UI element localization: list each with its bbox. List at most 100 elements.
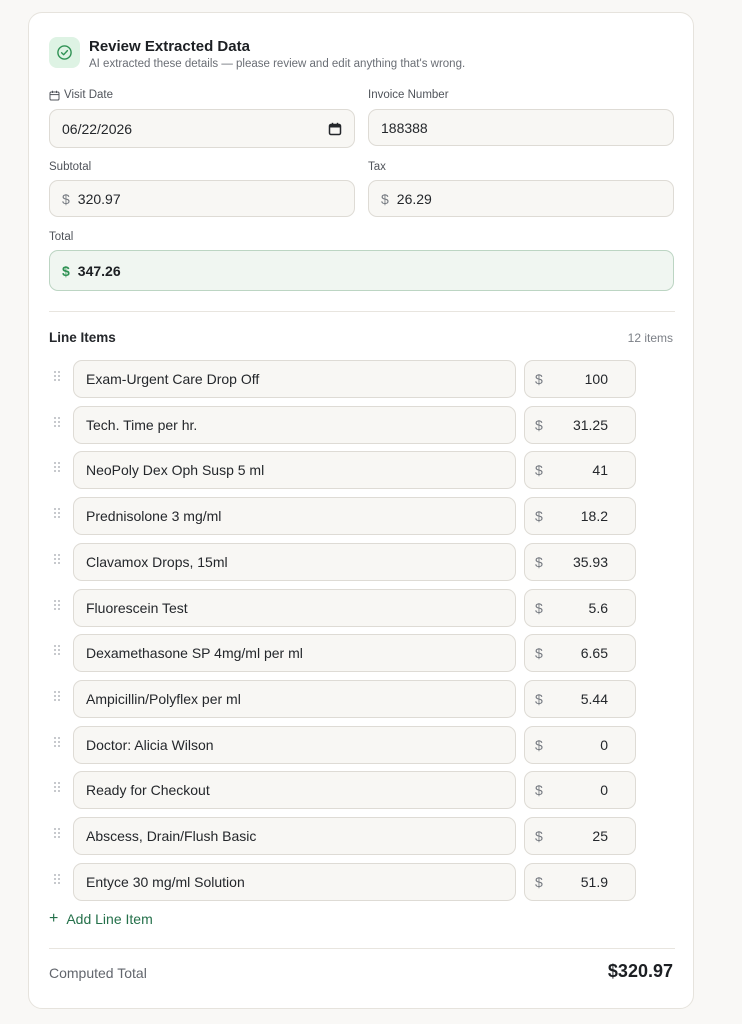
invoice-number-label: Invoice Number	[368, 89, 449, 101]
line-item-description: Ready for Checkout	[86, 782, 210, 799]
subtotal-input[interactable]: $ 320.97	[49, 180, 355, 217]
line-item-description-input[interactable]: Entyce 30 mg/ml Solution	[73, 862, 516, 901]
line-item-amount: 25	[592, 828, 608, 844]
subtotal-label: Subtotal	[49, 161, 92, 173]
plus-icon: +	[49, 910, 59, 927]
line-item-description-input[interactable]: Ready for Checkout	[73, 771, 516, 810]
line-item-row: Doctor: Alicia Wilson $0	[49, 725, 639, 764]
tax-value: 26.29	[396, 190, 432, 207]
total-value: 347.26	[77, 262, 121, 279]
line-item-currency: $	[535, 553, 543, 570]
line-item-row: Abscess, Drain/Flush Basic $25	[49, 817, 639, 855]
visit-date-value: 06/22/2026	[62, 120, 133, 137]
line-item-amount-input[interactable]: $0	[524, 725, 636, 764]
line-item-description-input[interactable]: Tech. Time per hr.	[73, 405, 516, 444]
calendar-icon	[49, 90, 60, 100]
footer-divider	[49, 948, 675, 949]
drag-handle-icon[interactable]	[53, 370, 61, 382]
line-item-description: Ampicillin/Polyflex per ml	[86, 690, 241, 707]
line-item-amount-input[interactable]: $100	[524, 360, 636, 398]
line-item-amount-input[interactable]: $5.6	[524, 588, 636, 627]
line-item-currency: $	[535, 782, 543, 799]
line-item-row: Exam-Urgent Care Drop Off $100	[49, 360, 639, 398]
drag-handle-icon[interactable]	[53, 690, 61, 702]
line-item-currency: $	[535, 462, 543, 479]
computed-total-value: $320.97	[607, 961, 673, 981]
line-item-currency: $	[535, 736, 543, 753]
line-item-amount: 5.44	[580, 690, 608, 707]
drag-handle-icon[interactable]	[53, 827, 61, 839]
subtotal-currency: $	[62, 190, 70, 207]
drag-handle-icon[interactable]	[53, 507, 61, 519]
line-item-description: Prednisolone 3 mg/ml	[86, 508, 222, 525]
line-item-row: Entyce 30 mg/ml Solution $51.9	[49, 862, 639, 901]
line-item-description-input[interactable]: Dexamethasone SP 4mg/ml per ml	[73, 634, 516, 673]
computed-total-label: Computed Total	[49, 965, 147, 981]
invoice-number-input[interactable]: 188388	[368, 109, 674, 146]
line-item-description-input[interactable]: Abscess, Drain/Flush Basic	[73, 817, 516, 855]
page-title: Review Extracted Data	[89, 38, 250, 55]
visit-date-label: Visit Date	[49, 89, 113, 101]
line-item-description: NeoPoly Dex Oph Susp 5 ml	[86, 462, 265, 479]
line-item-amount-input[interactable]: $18.2	[524, 497, 636, 536]
line-item-amount: 18.2	[580, 508, 608, 525]
total-label: Total	[49, 231, 74, 243]
line-item-amount-input[interactable]: $31.25	[524, 405, 636, 444]
drag-handle-icon[interactable]	[53, 553, 61, 565]
line-item-amount: 41	[592, 462, 608, 479]
line-item-row: Prednisolone 3 mg/ml $18.2	[49, 497, 639, 536]
line-item-description-input[interactable]: Doctor: Alicia Wilson	[73, 725, 516, 764]
line-item-amount-input[interactable]: $0	[524, 771, 636, 810]
line-item-amount: 51.9	[580, 873, 608, 890]
drag-handle-icon[interactable]	[53, 644, 61, 656]
line-item-currency: $	[535, 873, 543, 890]
total-input[interactable]: $ 347.26	[49, 250, 674, 291]
drag-handle-icon[interactable]	[53, 461, 61, 473]
visit-date-input[interactable]: 06/22/2026	[49, 109, 355, 148]
line-item-row: Dexamethasone SP 4mg/ml per ml $6.65	[49, 634, 639, 673]
drag-handle-icon[interactable]	[53, 416, 61, 428]
tax-input[interactable]: $ 26.29	[368, 180, 674, 217]
add-line-item-button[interactable]: + Add Line Item	[49, 910, 153, 928]
line-item-currency: $	[535, 508, 543, 525]
line-item-amount: 100	[584, 371, 608, 387]
line-item-amount-input[interactable]: $51.9	[524, 862, 636, 901]
line-item-amount-input[interactable]: $41	[524, 451, 636, 490]
line-item-description-input[interactable]: Clavamox Drops, 15ml	[73, 542, 516, 581]
drag-handle-icon[interactable]	[53, 736, 61, 748]
add-line-item-label: Add Line Item	[66, 911, 153, 927]
drag-handle-icon[interactable]	[53, 781, 61, 793]
line-item-row: Fluorescein Test $5.6	[49, 588, 639, 627]
card-header: Review Extracted Data AI extracted these…	[49, 37, 465, 71]
line-item-description: Doctor: Alicia Wilson	[86, 736, 214, 753]
invoice-number-value: 188388	[381, 119, 428, 136]
line-item-row: Clavamox Drops, 15ml $35.93	[49, 542, 639, 581]
line-item-description: Exam-Urgent Care Drop Off	[86, 371, 260, 387]
subtotal-value: 320.97	[77, 190, 121, 207]
drag-handle-icon[interactable]	[53, 873, 61, 885]
line-item-amount: 0	[600, 736, 608, 753]
line-item-amount: 0	[600, 782, 608, 799]
review-card: Review Extracted Data AI extracted these…	[28, 12, 694, 1009]
tax-currency: $	[381, 190, 389, 207]
line-item-description-input[interactable]: Fluorescein Test	[73, 588, 516, 627]
line-item-description-input[interactable]: NeoPoly Dex Oph Susp 5 ml	[73, 451, 516, 490]
line-item-amount-input[interactable]: $5.44	[524, 679, 636, 718]
line-item-description-input[interactable]: Exam-Urgent Care Drop Off	[73, 360, 516, 398]
line-item-description-input[interactable]: Ampicillin/Polyflex per ml	[73, 679, 516, 718]
line-item-description: Entyce 30 mg/ml Solution	[86, 873, 245, 890]
drag-handle-icon[interactable]	[53, 599, 61, 611]
section-divider	[49, 311, 675, 312]
line-item-description-input[interactable]: Prednisolone 3 mg/ml	[73, 497, 516, 536]
total-currency: $	[62, 262, 70, 279]
line-item-currency: $	[535, 645, 543, 662]
line-item-amount-input[interactable]: $6.65	[524, 634, 636, 673]
line-item-amount-input[interactable]: $25	[524, 817, 636, 855]
line-item-amount-input[interactable]: $35.93	[524, 542, 636, 581]
line-items-count: 12 items	[627, 331, 673, 345]
line-item-currency: $	[535, 416, 543, 433]
line-item-currency: $	[535, 599, 543, 616]
calendar-picker-icon[interactable]	[328, 122, 342, 136]
line-item-amount: 31.25	[572, 416, 608, 433]
line-item-row: Ready for Checkout $0	[49, 771, 639, 810]
